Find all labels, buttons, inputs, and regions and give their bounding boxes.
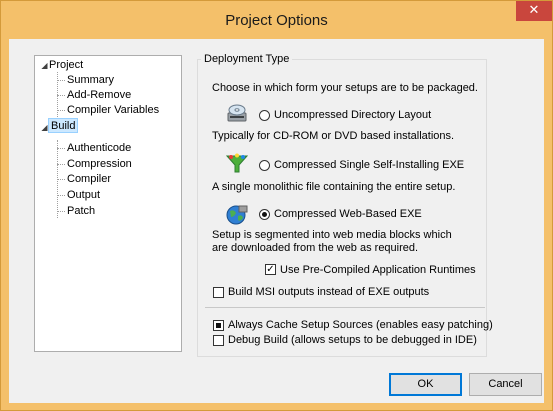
tree-connector [57, 148, 65, 149]
tree-connector [57, 211, 65, 212]
compressed-web-exe-description-line1: Setup is segmented into web media blocks… [212, 229, 452, 241]
tree-connector [57, 95, 65, 96]
project-options-window: Project Options ✕ ◢ Project Summary Add-… [0, 0, 553, 411]
uncompressed-directory-label[interactable]: Uncompressed Directory Layout [274, 109, 431, 121]
compressed-web-exe-label[interactable]: Compressed Web-Based EXE [274, 208, 422, 220]
uncompressed-directory-radio[interactable] [259, 110, 270, 121]
debug-build-label[interactable]: Debug Build (allows setups to be debugge… [228, 334, 477, 346]
always-cache-checkbox[interactable] [213, 320, 224, 331]
compressed-web-exe-radio[interactable] [259, 209, 270, 220]
tree-item-compression[interactable]: Compression [67, 157, 132, 172]
tree-item-authenticode[interactable]: Authenticode [67, 141, 131, 156]
window-title: Project Options [225, 12, 328, 29]
tree-connector [57, 164, 65, 165]
build-msi-checkbox[interactable] [213, 287, 224, 298]
tree-item-project[interactable]: Project [49, 58, 83, 73]
separator [205, 307, 485, 308]
deployment-type-title: Deployment Type [201, 53, 293, 65]
close-button[interactable]: ✕ [516, 1, 552, 21]
tree-item-build[interactable]: Build [48, 118, 79, 133]
tree-connector [57, 179, 65, 180]
tree-item-add-remove[interactable]: Add-Remove [67, 88, 131, 103]
compressed-single-exe-description: A single monolithic file containing the … [212, 181, 456, 193]
dialog-body: ◢ Project Summary Add-Remove Compiler Va… [9, 39, 544, 403]
collapse-arrow-icon[interactable]: ◢ [40, 61, 49, 70]
tree-item-compiler[interactable]: Compiler [67, 172, 111, 187]
build-msi-label[interactable]: Build MSI outputs instead of EXE outputs [228, 286, 429, 298]
ok-button[interactable]: OK [389, 373, 462, 396]
tree-item-summary[interactable]: Summary [67, 73, 114, 88]
precompiled-runtimes-label[interactable]: Use Pre-Compiled Application Runtimes [280, 264, 476, 276]
cancel-button[interactable]: Cancel [469, 373, 542, 396]
cd-drive-icon [227, 104, 247, 122]
tree-connector [57, 195, 65, 196]
title-bar[interactable]: Project Options ✕ [1, 1, 552, 39]
compressed-web-exe-description-line2: are downloaded from the web as required. [212, 242, 419, 254]
uncompressed-directory-description: Typically for CD-ROM or DVD based instal… [212, 130, 455, 142]
deployment-intro-text: Choose in which form your setups are to … [212, 82, 478, 94]
debug-build-checkbox[interactable] [213, 335, 224, 346]
tree-item-patch[interactable]: Patch [67, 204, 95, 219]
tree-item-output[interactable]: Output [67, 188, 100, 203]
funnel-icon [225, 153, 249, 173]
globe-icon [226, 205, 248, 225]
compressed-single-exe-label[interactable]: Compressed Single Self-Installing EXE [274, 159, 464, 171]
tree-item-compiler-variables[interactable]: Compiler Variables [67, 103, 159, 118]
tree-connector [57, 110, 65, 111]
always-cache-label[interactable]: Always Cache Setup Sources (enables easy… [228, 319, 493, 331]
compressed-single-exe-radio[interactable] [259, 160, 270, 171]
options-tree[interactable]: ◢ Project Summary Add-Remove Compiler Va… [34, 55, 182, 352]
precompiled-runtimes-checkbox[interactable]: ✓ [265, 264, 276, 275]
tree-connector [57, 80, 65, 81]
